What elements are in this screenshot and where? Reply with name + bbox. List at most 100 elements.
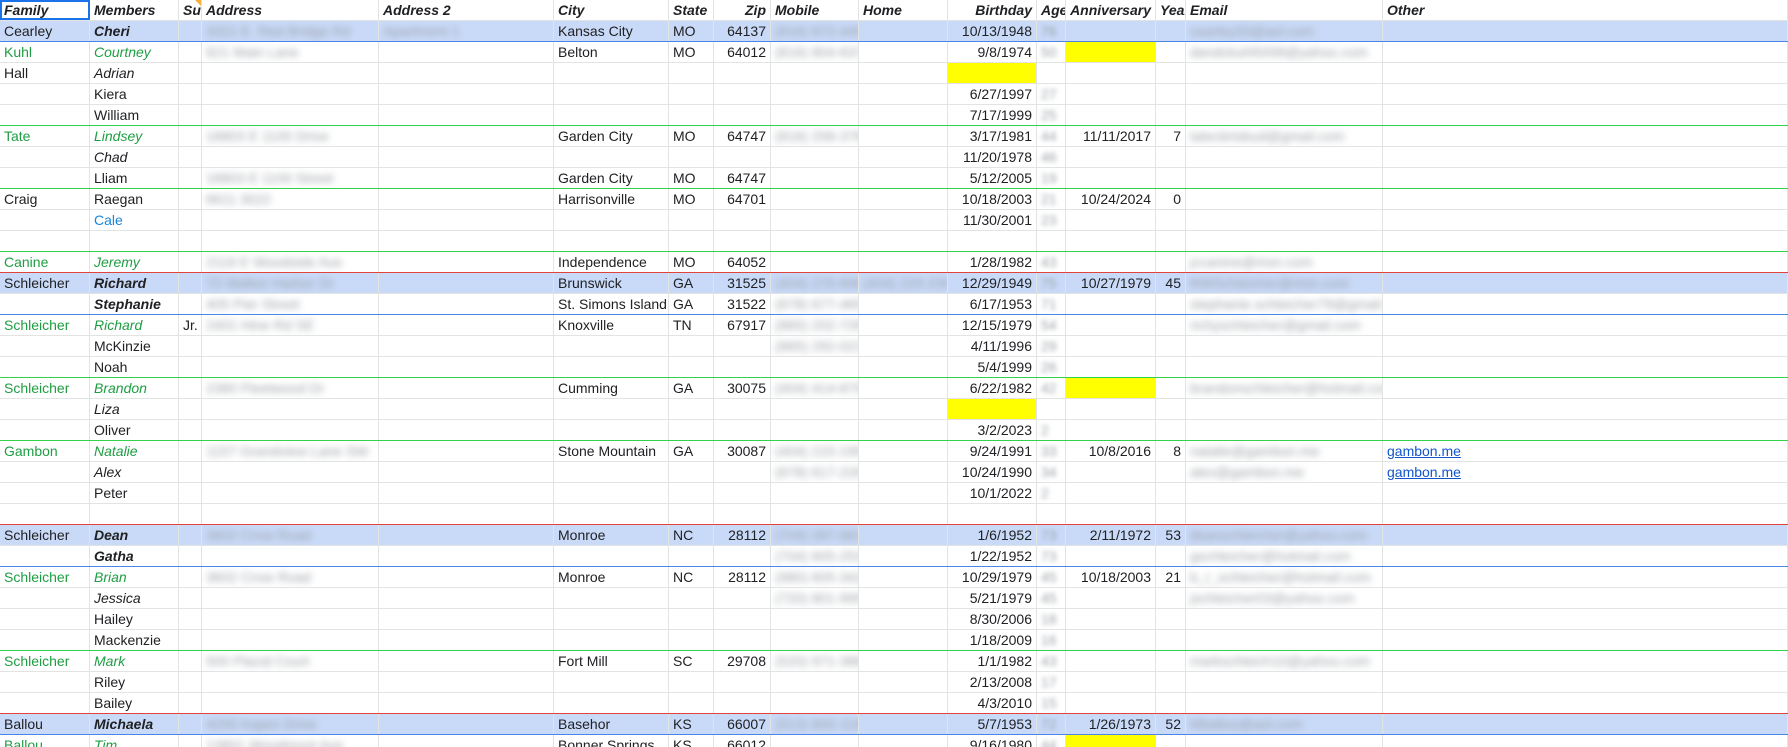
cell-address[interactable]: [202, 420, 379, 440]
cell-age[interactable]: 29: [1037, 336, 1066, 356]
cell-members[interactable]: Natalie: [90, 441, 179, 461]
cell-state[interactable]: [669, 462, 714, 482]
cell-email[interactable]: [1186, 105, 1383, 125]
cell-city[interactable]: [554, 483, 669, 503]
cell-age[interactable]: 76: [1037, 21, 1066, 41]
cell-city[interactable]: Garden City: [554, 168, 669, 188]
header-email[interactable]: Email: [1186, 0, 1383, 20]
cell-year[interactable]: [1156, 357, 1186, 377]
cell-members[interactable]: Lliam: [90, 168, 179, 188]
cell-other[interactable]: [1383, 672, 1788, 692]
cell-birthday[interactable]: 5/4/1999: [948, 357, 1037, 377]
cell-members[interactable]: Brandon: [90, 378, 179, 398]
cell-members[interactable]: McKinzie: [90, 336, 179, 356]
cell-age[interactable]: 42: [1037, 378, 1066, 398]
cell-home[interactable]: [859, 189, 948, 209]
cell-family[interactable]: Kuhl: [0, 42, 90, 62]
cell-state[interactable]: MO: [669, 42, 714, 62]
cell-city[interactable]: Garden City: [554, 126, 669, 146]
cell-mobile[interactable]: (704) 287-6628: [771, 525, 859, 545]
header-address[interactable]: Address: [202, 0, 379, 20]
cell-zip[interactable]: 64747: [714, 168, 771, 188]
cell-other[interactable]: [1383, 420, 1788, 440]
cell-anniversary[interactable]: [1066, 294, 1156, 314]
cell-home[interactable]: [859, 588, 948, 608]
header-members[interactable]: Members: [90, 0, 179, 20]
cell-mobile[interactable]: [771, 735, 859, 747]
cell-other[interactable]: [1383, 189, 1788, 209]
cell-birthday[interactable]: 6/22/1982: [948, 378, 1037, 398]
cell-family[interactable]: [0, 630, 90, 650]
cell-address[interactable]: 13801 Woodmont Ave: [202, 735, 379, 747]
cell-zip[interactable]: [714, 63, 771, 83]
cell-year[interactable]: [1156, 378, 1186, 398]
cell-age[interactable]: [1037, 231, 1066, 251]
cell-address2[interactable]: [379, 420, 554, 440]
cell-city[interactable]: Independence: [554, 252, 669, 272]
cell-other[interactable]: [1383, 714, 1788, 734]
cell-birthday[interactable]: 5/21/1979: [948, 588, 1037, 608]
cell-state[interactable]: GA: [669, 273, 714, 293]
cell-zip[interactable]: [714, 336, 771, 356]
cell-address2[interactable]: [379, 273, 554, 293]
cell-state[interactable]: MO: [669, 126, 714, 146]
cell-members[interactable]: Dean: [90, 525, 179, 545]
cell-members[interactable]: Raegan: [90, 189, 179, 209]
cell-other[interactable]: [1383, 504, 1788, 524]
cell-address2[interactable]: [379, 252, 554, 272]
cell-email[interactable]: deanschleicher@yahoo.com: [1186, 525, 1383, 545]
cell-state[interactable]: [669, 504, 714, 524]
cell-zip[interactable]: 64701: [714, 189, 771, 209]
cell-state[interactable]: KS: [669, 735, 714, 747]
cell-other[interactable]: [1383, 357, 1788, 377]
cell-age[interactable]: 2: [1037, 483, 1066, 503]
header-year[interactable]: Year: [1156, 0, 1186, 20]
cell-year[interactable]: [1156, 420, 1186, 440]
cell-address[interactable]: [202, 504, 379, 524]
cell-mobile[interactable]: (816) 804-6373: [771, 42, 859, 62]
cell-year[interactable]: [1156, 231, 1186, 251]
cell-zip[interactable]: 31522: [714, 294, 771, 314]
cell-family[interactable]: [0, 504, 90, 524]
cell-anniversary[interactable]: [1066, 651, 1156, 671]
cell-city[interactable]: [554, 336, 669, 356]
cell-email[interactable]: jccanine@msn.com: [1186, 252, 1383, 272]
cell-age[interactable]: 17: [1037, 672, 1066, 692]
cell-city[interactable]: [554, 672, 669, 692]
cell-birthday[interactable]: [948, 504, 1037, 524]
cell-suf[interactable]: [179, 189, 202, 209]
cell-year[interactable]: [1156, 168, 1186, 188]
cell-family[interactable]: Schleicher: [0, 567, 90, 587]
cell-members[interactable]: Richard: [90, 315, 179, 335]
cell-birthday[interactable]: 10/13/1948: [948, 21, 1037, 41]
cell-zip[interactable]: [714, 147, 771, 167]
cell-home[interactable]: [859, 84, 948, 104]
cell-anniversary[interactable]: [1066, 105, 1156, 125]
cell-other[interactable]: gambon.me: [1383, 441, 1788, 461]
cell-mobile[interactable]: (865) 202-7287: [771, 315, 859, 335]
cell-address2[interactable]: [379, 210, 554, 230]
cell-age[interactable]: 43: [1037, 651, 1066, 671]
cell-year[interactable]: 53: [1156, 525, 1186, 545]
cell-zip[interactable]: 28112: [714, 525, 771, 545]
cell-mobile[interactable]: [771, 63, 859, 83]
cell-members[interactable]: Oliver: [90, 420, 179, 440]
cell-suf[interactable]: [179, 399, 202, 419]
cell-members[interactable]: Mackenzie: [90, 630, 179, 650]
cell-home[interactable]: [859, 294, 948, 314]
cell-email[interactable]: [1186, 504, 1383, 524]
cell-state[interactable]: [669, 546, 714, 566]
cell-other[interactable]: [1383, 630, 1788, 650]
cell-address[interactable]: 2360 Fleetwood Dr: [202, 378, 379, 398]
cell-address2[interactable]: [379, 126, 554, 146]
cell-year[interactable]: [1156, 63, 1186, 83]
cell-family[interactable]: [0, 357, 90, 377]
cell-address2[interactable]: [379, 567, 554, 587]
cell-email[interactable]: RWSchleicher@msn.com: [1186, 273, 1383, 293]
cell-address2[interactable]: [379, 84, 554, 104]
cell-address[interactable]: [202, 399, 379, 419]
cell-address2[interactable]: [379, 294, 554, 314]
cell-family[interactable]: [0, 693, 90, 713]
cell-home[interactable]: [859, 231, 948, 251]
cell-email[interactable]: [1186, 357, 1383, 377]
